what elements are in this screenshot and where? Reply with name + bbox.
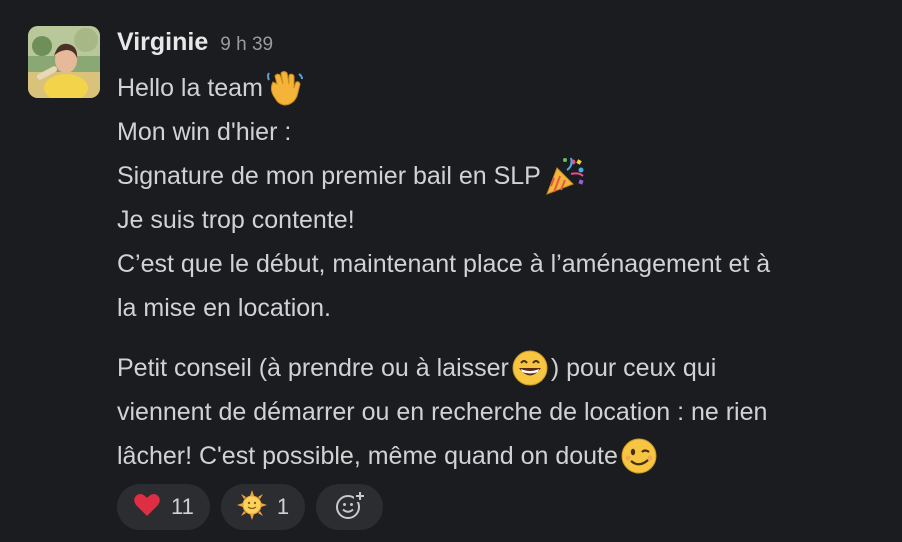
reaction-count: 11	[171, 494, 194, 519]
message-body: Hello la team Mon win d'hier : Signature…	[117, 66, 892, 478]
party-popper-emoji-icon	[543, 154, 587, 198]
message-text: ) pour ceux qui	[550, 354, 717, 382]
waving-hand-emoji-icon	[265, 68, 305, 108]
reaction-count: 1	[276, 494, 290, 519]
message-text: C’est que le début, maintenant place à l…	[117, 250, 771, 278]
message-line: viennent de démarrer ou en recherche de …	[117, 390, 892, 434]
message-paragraph: Hello la team Mon win d'hier : Signature…	[117, 66, 892, 330]
message-text: Hello la team	[117, 74, 263, 102]
reaction-bar: 11 1	[117, 484, 384, 530]
message-text: Petit conseil (à prendre ou à laisser	[117, 354, 509, 382]
avatar[interactable]	[28, 26, 100, 98]
winking-face-emoji-icon	[620, 437, 658, 475]
message-line: Petit conseil (à prendre ou à laisser ) …	[117, 346, 892, 390]
reaction-sun[interactable]: 1	[220, 484, 306, 530]
add-reaction-icon	[334, 489, 366, 525]
message-line: Je suis trop contente!	[117, 198, 892, 242]
message-line: Mon win d'hier :	[117, 110, 892, 154]
message-text: viennent de démarrer ou en recherche de …	[117, 398, 768, 426]
heart-icon	[133, 492, 161, 523]
sun-with-face-icon	[236, 489, 267, 525]
message-line: lâcher! C'est possible, même quand on do…	[117, 434, 892, 478]
message-text: Mon win d'hier :	[117, 118, 292, 146]
message-line: Signature de mon premier bail en SLP	[117, 154, 892, 198]
message-text: la mise en location.	[117, 294, 332, 322]
reaction-heart[interactable]: 11	[117, 484, 210, 530]
chat-message: Virginie 9 h 39 Hello la team Mon win d'…	[0, 0, 902, 542]
message-text: Je suis trop contente!	[117, 206, 355, 234]
author-name[interactable]: Virginie	[117, 28, 208, 57]
message-paragraph: Petit conseil (à prendre ou à laisser ) …	[117, 346, 892, 478]
message-line: C’est que le début, maintenant place à l…	[117, 242, 892, 286]
timestamp[interactable]: 9 h 39	[220, 34, 273, 56]
grinning-face-emoji-icon	[511, 349, 549, 387]
message-text: lâcher! C'est possible, même quand on do…	[117, 442, 618, 470]
message-header: Virginie 9 h 39	[117, 28, 273, 62]
message-text: Signature de mon premier bail en SLP	[117, 162, 541, 190]
message-line: Hello la team	[117, 66, 892, 110]
add-reaction-button[interactable]	[316, 484, 384, 530]
message-line: la mise en location.	[117, 286, 892, 330]
